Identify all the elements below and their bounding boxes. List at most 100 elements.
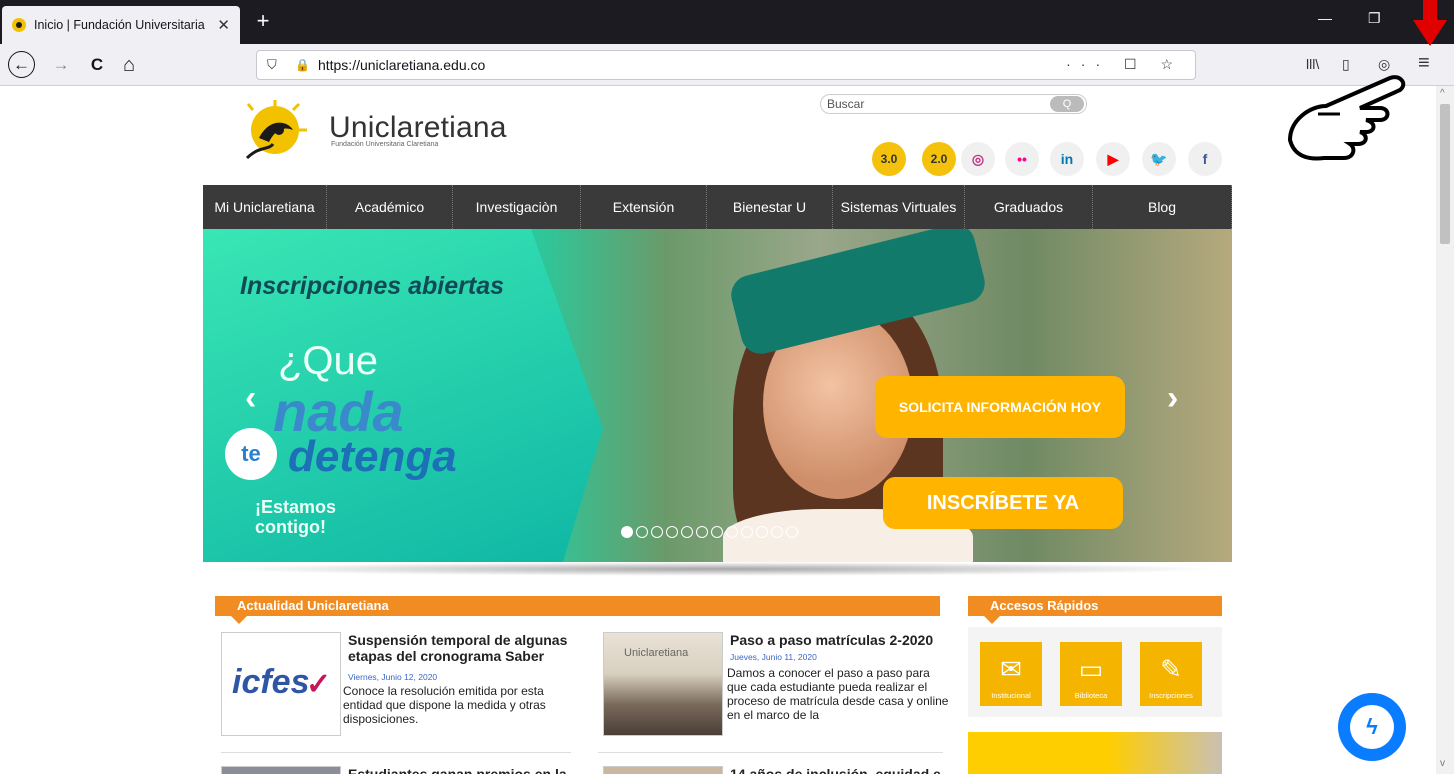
forward-button[interactable]: → — [48, 52, 74, 78]
news-title[interactable]: Suspensión temporal de algunas etapas de… — [348, 632, 578, 664]
page-scrollbar[interactable]: ^ v — [1436, 86, 1454, 774]
news-title[interactable]: Paso a paso matrículas 2-2020 — [730, 632, 950, 648]
check-icon: ✓ — [306, 668, 332, 701]
menu-item-graduados[interactable]: Graduados — [965, 185, 1093, 229]
promo-banner[interactable] — [968, 732, 1222, 774]
inscribete-button[interactable]: INSCRÍBETE YA — [883, 477, 1123, 529]
site-logo-name[interactable]: Uniclaretiana — [329, 111, 507, 145]
restore-button[interactable]: ❐ — [1368, 10, 1381, 27]
url-text[interactable]: https://uniclaretiana.edu.co — [318, 57, 485, 73]
web-page: Uniclaretiana Fundación Universitaria Cl… — [203, 86, 1232, 774]
instagram-icon[interactable]: ◎ — [961, 142, 995, 176]
icfes-logo: icfes — [232, 663, 310, 701]
tab-bar: Inicio | Fundación Universitaria ✕ + — ❐ — [0, 0, 1454, 44]
news-divider — [598, 752, 943, 753]
uniclaretiana-logo-icon[interactable] — [239, 100, 309, 164]
new-tab-button[interactable]: + — [250, 9, 276, 35]
slider-dot[interactable] — [636, 526, 648, 538]
scroll-thumb[interactable] — [1440, 104, 1450, 244]
news-date: Jueves, Junio 11, 2020 — [730, 652, 817, 662]
slider-dot[interactable] — [786, 526, 798, 538]
slide-te-badge: te — [225, 428, 277, 480]
quick-access-label: Inscripciones — [1149, 691, 1193, 700]
slider-prev-arrow-icon[interactable]: ‹ — [245, 379, 256, 418]
slide-headline-4: ¡Estamos contigo! — [255, 497, 337, 537]
quick-access-biblioteca[interactable]: ▭ Biblioteca — [1060, 642, 1122, 706]
slider-dot[interactable] — [771, 526, 783, 538]
slider-dot[interactable] — [711, 526, 723, 538]
lock-icon[interactable]: 🔒 — [295, 58, 310, 72]
menu-item-blog[interactable]: Blog — [1093, 185, 1232, 229]
back-button[interactable]: ← — [8, 51, 35, 78]
menu-item-investigaciòn[interactable]: Investigaciòn — [453, 185, 581, 229]
slider-dot[interactable] — [681, 526, 693, 538]
search-icon[interactable]: Q — [1050, 96, 1084, 112]
news-thumbnail[interactable] — [221, 766, 341, 774]
news-divider — [221, 752, 571, 753]
scroll-up-icon[interactable]: ^ — [1440, 88, 1445, 99]
quick-access-heading: Accesos Rápidos — [968, 596, 1222, 624]
institucional-icon: ✉ — [1000, 654, 1022, 684]
inscripciones-icon: ✎ — [1160, 654, 1182, 684]
news-thumbnail[interactable]: icfes ✓ — [221, 632, 341, 736]
pointing-hand-icon — [1287, 75, 1406, 161]
search-input[interactable]: Buscar Q — [820, 94, 1087, 114]
slider-dot[interactable] — [741, 526, 753, 538]
quick-access-inscripciones[interactable]: ✎ Inscripciones — [1140, 642, 1202, 706]
hero-slider: Inscripciones abiertas ¿Que nada te dete… — [203, 229, 1232, 562]
youtube-icon[interactable]: ▶ — [1096, 142, 1130, 176]
tab-close-icon[interactable]: ✕ — [217, 16, 230, 34]
menu-item-sistemas-virtuales[interactable]: Sistemas Virtuales — [833, 185, 965, 229]
menu-item-extensión[interactable]: Extensión — [581, 185, 707, 229]
slide-tagline: Inscripciones abiertas — [240, 272, 505, 300]
flickr-icon[interactable]: •• — [1005, 142, 1039, 176]
news-date: Viernes, Junio 12, 2020 — [348, 672, 438, 682]
quick-access-institucional[interactable]: ✉ Institucional — [980, 642, 1042, 706]
linkedin-icon[interactable]: in — [1050, 142, 1084, 176]
news-summary: Damos a conocer el paso a paso para que … — [727, 666, 949, 722]
scroll-down-icon[interactable]: v — [1440, 758, 1445, 769]
news-section-heading: Actualidad Uniclaretiana — [215, 596, 940, 624]
slider-dot[interactable] — [666, 526, 678, 538]
search-placeholder: Buscar — [827, 97, 865, 111]
twitter-icon[interactable]: 🐦 — [1142, 142, 1176, 176]
browser-tab[interactable]: Inicio | Fundación Universitaria ✕ — [2, 6, 240, 44]
facebook-icon[interactable]: f — [1188, 142, 1222, 176]
slide-headline-3: detenga — [288, 432, 457, 481]
quick-access-label: Institucional — [991, 691, 1031, 700]
av20-icon[interactable]: 2.0 — [922, 142, 956, 176]
news-title[interactable]: 14 años de inclusión, equidad e — [730, 766, 950, 774]
shield-icon[interactable]: ⛉ — [267, 57, 281, 73]
menu-item-bienestar-u[interactable]: Bienestar U — [707, 185, 833, 229]
news-thumbnail[interactable] — [603, 766, 723, 774]
slider-dot[interactable] — [621, 526, 633, 538]
messenger-icon: ϟ — [1350, 705, 1394, 749]
page-actions-icon[interactable]: ··· ☐ ☆ — [1066, 56, 1183, 73]
slider-dot[interactable] — [756, 526, 768, 538]
menu-item-mi-uniclaretiana[interactable]: Mi Uniclaretiana — [203, 185, 327, 229]
biblioteca-icon: ▭ — [1078, 654, 1104, 684]
messenger-chat-button[interactable]: ϟ — [1338, 693, 1406, 761]
url-bar[interactable]: ⛉ 🔒 https://uniclaretiana.edu.co ··· ☐ ☆ — [256, 50, 1196, 80]
minimize-button[interactable]: — — [1318, 10, 1332, 26]
news-item[interactable]: 14 años de inclusión, equidad e — [603, 762, 943, 774]
news-item[interactable]: icfes ✓ Suspensión temporal de algunas e… — [221, 626, 571, 746]
news-item[interactable]: Estudiantes ganan premios en la — [221, 762, 571, 774]
tab-title: Inicio | Fundación Universitaria — [34, 18, 205, 32]
menu-item-académico[interactable]: Académico — [327, 185, 453, 229]
navigation-toolbar: ← → C ⌂ ⛉ 🔒 https://uniclaretiana.edu.co… — [0, 44, 1454, 86]
home-button[interactable]: ⌂ — [116, 52, 142, 78]
slider-dot[interactable] — [696, 526, 708, 538]
solicita-informacion-button[interactable]: SOLICITA INFORMACIÓN HOY — [875, 376, 1125, 438]
main-menu: Mi Uniclaretiana Académico Investigaciòn Ex… — [203, 185, 1232, 229]
av30-icon[interactable]: 3.0 — [872, 142, 906, 176]
site-favicon-icon — [12, 18, 26, 32]
red-arrow-icon — [1413, 0, 1447, 46]
news-title[interactable]: Estudiantes ganan premios en la — [348, 766, 578, 774]
news-thumbnail[interactable]: Uniclaretiana — [603, 632, 723, 736]
slider-dot[interactable] — [726, 526, 738, 538]
news-item[interactable]: Uniclaretiana Paso a paso matrículas 2-2… — [603, 626, 948, 746]
reload-button[interactable]: C — [84, 52, 110, 78]
slider-next-arrow-icon[interactable]: › — [1167, 379, 1178, 418]
slider-dot[interactable] — [651, 526, 663, 538]
